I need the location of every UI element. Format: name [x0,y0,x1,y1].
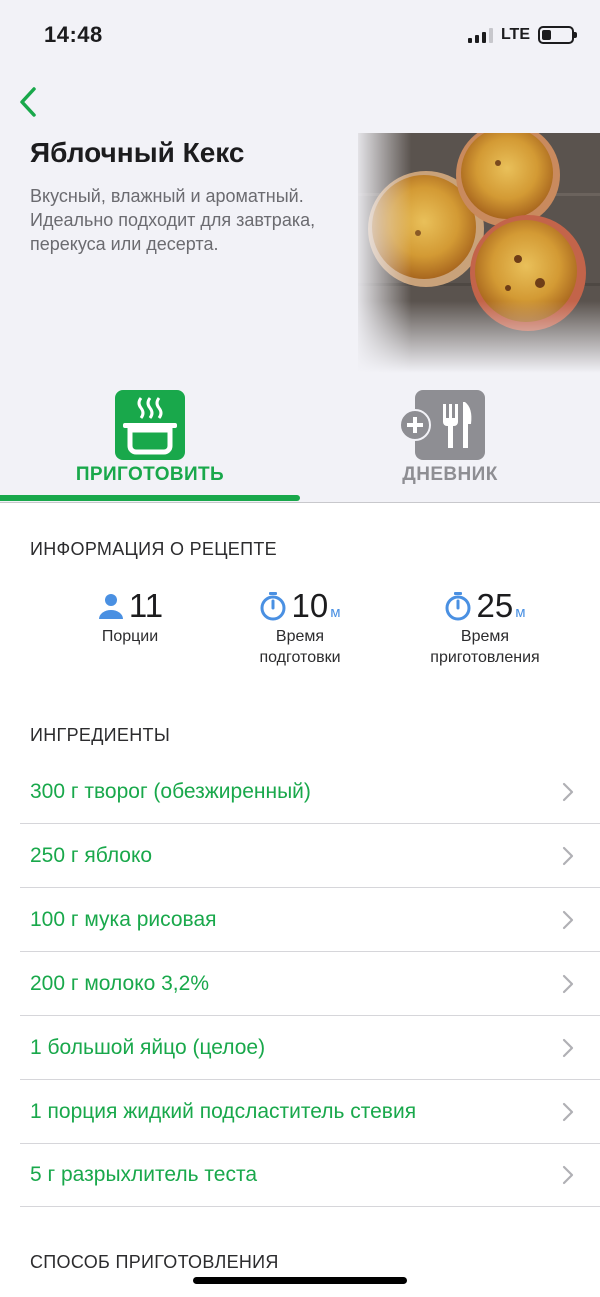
chevron-right-icon [562,974,574,994]
signal-icon [467,27,493,43]
cook-time-label-line2: приготовления [430,649,540,666]
recipe-title: Яблочный Кекс [30,137,245,168]
ingredient-row[interactable]: 1 большой яйцо (целое) [20,1016,600,1080]
ingredient-row[interactable]: 200 г молоко 3,2% [20,952,600,1016]
prep-time-label-line1: Время [275,628,325,645]
cook-time-label-line1: Время [460,628,510,645]
method-header: СПОСОБ ПРИГОТОВЛЕНИЯ [30,1252,279,1272]
network-label: LTE [500,26,530,43]
recipe-description: Вкусный, влажный и ароматный. Идеально п… [30,186,316,254]
chevron-right-icon [562,910,574,930]
ingredient-label: 1 порция жидкий подсластитель стевия [30,1100,417,1123]
chevron-right-icon [562,1102,574,1122]
battery-icon [538,26,577,44]
chevron-right-icon [562,1038,574,1058]
servings-value: 11 [128,587,164,624]
chevron-right-icon [562,846,574,866]
home-indicator[interactable] [193,1277,407,1284]
back-arrow-icon[interactable] [14,82,46,122]
ingredient-row[interactable]: 1 порция жидкий подсластитель стевия [20,1080,600,1144]
cooking-pot-icon [115,390,185,460]
stopwatch-icon [445,592,471,621]
prep-time-unit: м [330,604,341,621]
cook-time-label: Время приготовления [385,626,585,668]
tab-diary-label: ДНЕВНИК [402,464,498,485]
ingredient-label: 5 г разрыхлитель теста [30,1163,258,1186]
active-tab-indicator [0,495,300,501]
stopwatch-icon [260,592,286,621]
ingredient-row[interactable]: 100 г мука рисовая [20,888,600,952]
ingredients-header: ИНГРЕДИЕНТЫ [30,725,171,745]
ingredient-label: 250 г яблоко [30,844,153,867]
add-to-diary-icon [399,409,431,441]
ingredient-row[interactable]: 250 г яблоко [20,824,600,888]
ingredient-label: 100 г мука рисовая [30,908,217,931]
stat-cook-time: 25 м Время приготовления [385,584,585,668]
ingredient-row[interactable]: 300 г творог (обезжиренный) [20,760,600,824]
recipe-info-header: ИНФОРМАЦИЯ О РЕЦЕПТЕ [30,539,277,559]
cook-time-value: 25 [476,587,514,624]
prep-time-label-line2: подготовки [259,649,341,666]
person-icon [98,594,123,619]
status-time: 14:48 [44,22,103,47]
stat-prep-time: 10 м Время подготовки [200,584,400,668]
tab-cook[interactable]: ПРИГОТОВИТЬ [0,388,300,498]
tab-cook-label: ПРИГОТОВИТЬ [75,464,225,485]
status-indicators: LTE [467,26,577,44]
recipe-photo [358,133,600,373]
ingredient-label: 1 большой яйцо (целое) [30,1036,266,1059]
tab-diary[interactable]: ДНЕВНИК [300,388,600,498]
ingredient-label: 200 г молоко 3,2% [30,972,209,995]
cook-time-unit: м [515,604,526,621]
prep-time-label: Время подготовки [200,626,400,668]
chevron-right-icon [562,1165,574,1185]
prep-time-value: 10 [291,587,329,624]
row-divider [20,1206,600,1207]
ingredient-label: 300 г творог (обезжиренный) [30,780,311,803]
divider [0,502,600,503]
ingredient-row[interactable]: 5 г разрыхлитель теста [20,1143,600,1207]
chevron-right-icon [562,782,574,802]
